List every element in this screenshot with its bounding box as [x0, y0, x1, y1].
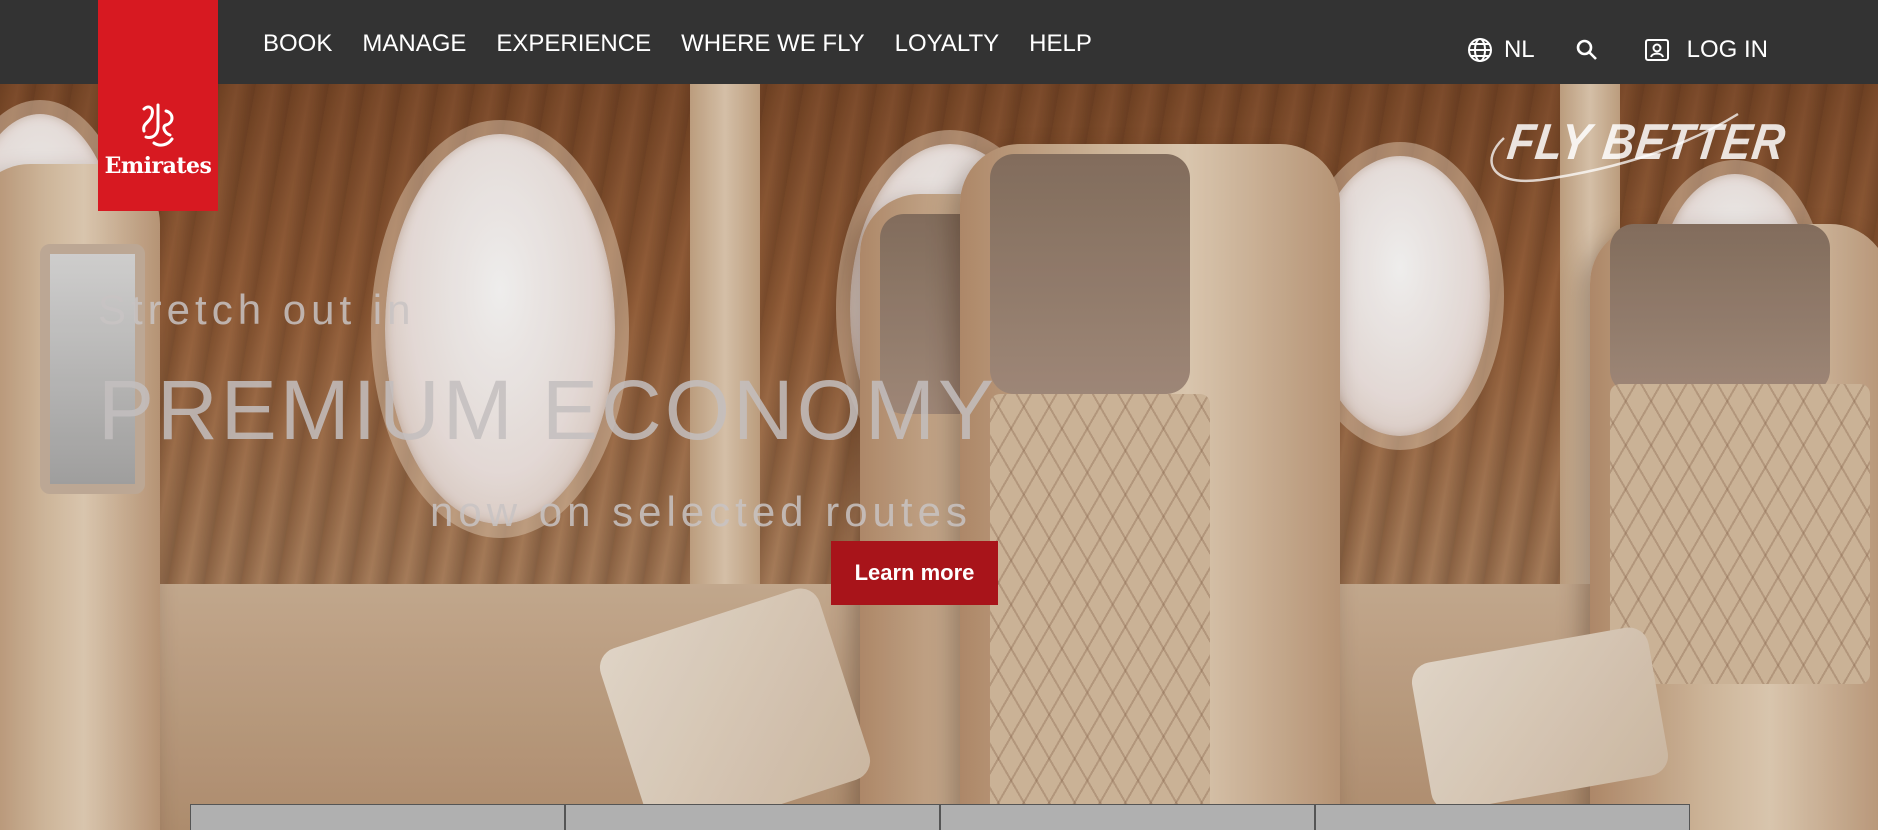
nav-item-book[interactable]: BOOK [263, 30, 332, 58]
booking-tab-4[interactable] [1315, 804, 1690, 830]
main-nav: BOOK MANAGE EXPERIENCE WHERE WE FLY LOYA… [263, 30, 1122, 58]
learn-more-button[interactable]: Learn more [831, 541, 998, 605]
globe-icon [1466, 36, 1494, 64]
booking-tab-1[interactable] [190, 804, 565, 830]
booking-tabs [190, 804, 1690, 830]
nav-item-loyalty[interactable]: LOYALTY [895, 30, 999, 58]
booking-tab-2[interactable] [565, 804, 940, 830]
brand-name: Emirates [104, 153, 212, 179]
language-selector[interactable]: NL [1466, 36, 1535, 64]
nav-item-experience[interactable]: EXPERIENCE [496, 30, 651, 58]
header-utilities: NL LOG IN [1466, 36, 1768, 64]
emirates-logo[interactable]: Emirates [98, 0, 218, 211]
tagline-text: FLY BETTER [1504, 114, 1790, 171]
nav-item-manage[interactable]: MANAGE [362, 30, 466, 58]
login-label: LOG IN [1686, 36, 1768, 63]
hero-subtext: now on selected routes [430, 488, 972, 535]
top-navigation-bar: BOOK MANAGE EXPERIENCE WHERE WE FLY LOYA… [0, 0, 1878, 84]
nav-item-where-we-fly[interactable]: WHERE WE FLY [681, 30, 865, 58]
booking-tab-3[interactable] [940, 804, 1315, 830]
hero-heading: PREMIUM ECONOMY [98, 363, 998, 457]
language-label: NL [1503, 36, 1535, 63]
emirates-calligraphy-icon [142, 103, 174, 147]
nav-item-help[interactable]: HELP [1029, 30, 1092, 58]
login-icon [1643, 36, 1671, 64]
fly-better-tagline: FLY BETTER [1480, 110, 1789, 190]
hero-subheading: Stretch out in [98, 286, 416, 333]
search-icon[interactable] [1573, 36, 1601, 64]
login-button[interactable]: LOG IN [1643, 36, 1768, 64]
hero-banner: FLY BETTER Stretch out in PREMIUM ECONOM… [0, 84, 1878, 830]
